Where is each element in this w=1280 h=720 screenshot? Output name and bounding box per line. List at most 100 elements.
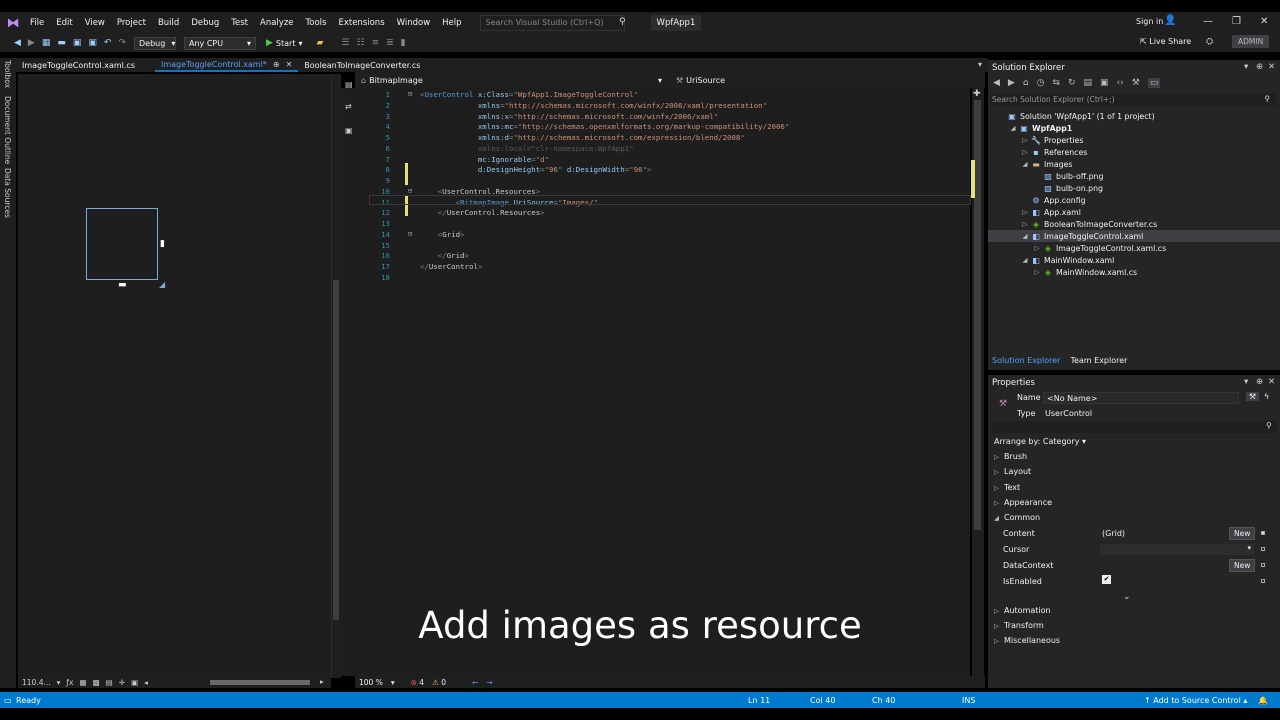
advanced-options-icon[interactable] <box>1261 563 1265 567</box>
close-tab-icon[interactable]: ✕ <box>286 60 293 69</box>
new-content-button[interactable]: New <box>1229 527 1256 540</box>
solution-explorer-search-input[interactable]: Search Solution Explorer (Ctrl+;) ⚲ <box>990 93 1276 106</box>
zoom-dropdown[interactable]: 110.4... <box>22 678 51 687</box>
expand-arrow-icon[interactable]: ▷ <box>1020 208 1030 216</box>
menu-window[interactable]: Window <box>391 18 437 28</box>
platform-dropdown[interactable]: Any CPU ▾ <box>184 36 256 50</box>
expand-arrow-icon[interactable]: ▷ <box>1032 268 1042 276</box>
user-icon[interactable]: 👤 <box>1164 15 1176 26</box>
menu-analyze[interactable]: Analyze <box>254 18 300 28</box>
close-icon[interactable]: ✕ <box>1268 62 1275 72</box>
tree-item[interactable]: ▧ bulb-off.png <box>988 170 1280 182</box>
menu-edit[interactable]: Edit <box>50 18 78 28</box>
add-to-source-control-button[interactable]: ↑ Add to Source Control ▴ <box>1144 696 1247 705</box>
close-icon[interactable]: ✕ <box>1268 377 1275 387</box>
format-icon[interactable]: ☷ <box>356 38 364 48</box>
navigate-forward-icon[interactable]: → <box>486 678 492 687</box>
new-project-icon[interactable]: ▦ <box>42 38 51 48</box>
show-all-files-icon[interactable]: ▣ <box>1100 78 1109 88</box>
sign-in-link[interactable]: Sign in <box>1136 17 1163 26</box>
code-line[interactable]: 16 </Grid> <box>368 251 968 262</box>
menu-debug[interactable]: Debug <box>185 18 225 28</box>
code-line[interactable]: 9 <box>368 176 968 187</box>
start-button[interactable]: ▶ Start ▾ <box>266 38 302 48</box>
configuration-dropdown[interactable]: Debug ▾ <box>134 36 176 50</box>
properties-search-input[interactable] <box>992 421 1277 433</box>
tree-item[interactable]: ◢ ▬ Images <box>988 158 1280 170</box>
forward-icon[interactable]: ▶ <box>28 38 35 48</box>
expand-arrow-icon[interactable]: ▷ <box>994 453 999 461</box>
tree-item[interactable]: ▷ 🔧 Properties <box>988 134 1280 146</box>
designer-scrollbar[interactable] <box>333 280 339 620</box>
split-editor-icon[interactable]: ✚ <box>973 89 981 99</box>
doc-tab-imagetogglecontrol-xaml[interactable]: ImageToggleControl.xaml* ⊕ ✕ <box>155 58 299 72</box>
undo-icon[interactable]: ↶ <box>104 38 112 48</box>
member-navigation-dropdown[interactable]: ⚒ UriSource <box>670 76 725 85</box>
toolbox-icon[interactable]: ▰ <box>316 38 323 48</box>
expand-arrow-icon[interactable]: ▷ <box>1020 148 1030 156</box>
grid-icon[interactable]: ▦ <box>79 678 86 687</box>
home-icon[interactable]: ⌂ <box>1023 78 1029 88</box>
tab-team-explorer[interactable]: Team Explorer <box>1070 356 1127 368</box>
menu-extensions[interactable]: Extensions <box>332 18 390 28</box>
effects-icon[interactable]: ▣ <box>131 678 138 687</box>
pin-icon[interactable]: ⊕ <box>273 60 280 69</box>
expand-arrow-icon[interactable]: ◢ <box>1020 160 1030 168</box>
menu-project[interactable]: Project <box>111 18 152 28</box>
category-brush[interactable]: ▷ Brush <box>994 452 1027 461</box>
warning-count[interactable]: ⚠ 0 <box>432 678 446 687</box>
close-icon[interactable]: ✕ <box>1260 16 1268 27</box>
isenabled-checkbox[interactable]: ✔ <box>1102 575 1111 584</box>
prop-content-value[interactable]: (Grid) <box>1102 529 1125 538</box>
code-line[interactable]: 4 xmlns:mc="http://schemas.openxmlformat… <box>368 122 968 133</box>
designer-hscroll-thumb[interactable] <box>210 680 310 685</box>
feedback-icon[interactable]: ⛭ <box>1206 37 1213 47</box>
code-line[interactable]: 18 <box>368 273 968 284</box>
artboard-icon[interactable]: ▩ <box>93 678 100 687</box>
element-navigation-dropdown[interactable]: ⌂ BitmapImage ▾ <box>355 76 670 85</box>
expand-arrow-icon[interactable]: ▷ <box>994 468 999 476</box>
advanced-options-icon[interactable] <box>1261 531 1265 535</box>
resize-handle-bottom-icon[interactable]: ▬ <box>118 280 127 290</box>
tree-item[interactable]: ▷ ◧ App.xaml <box>988 206 1280 218</box>
collapse-region-icon[interactable]: ⊟ <box>408 187 412 195</box>
category-common[interactable]: ◢ Common <box>994 513 1040 522</box>
expand-arrow-icon[interactable]: ▷ <box>1020 136 1030 144</box>
expand-arrow-icon[interactable]: ◢ <box>1008 124 1018 132</box>
menu-file[interactable]: File <box>24 18 50 28</box>
expand-arrow-icon[interactable]: ◢ <box>1020 256 1030 264</box>
tab-list-dropdown-icon[interactable]: ▾ <box>978 60 982 69</box>
code-line[interactable]: 1 ⊟ <UserControl x:Class="WpfApp1.ImageTog… <box>368 90 968 101</box>
minimize-icon[interactable]: — <box>1203 16 1213 27</box>
navigate-back-icon[interactable]: ← <box>472 678 478 687</box>
maximize-icon[interactable]: ❐ <box>1232 16 1241 27</box>
xaml-designer-surface[interactable] <box>18 74 331 678</box>
data-sources-tab[interactable]: Data Sources <box>3 168 12 218</box>
code-line[interactable]: 17 </UserControl> <box>368 262 968 273</box>
chevron-down-icon[interactable]: ▾ <box>391 678 395 687</box>
menu-view[interactable]: View <box>79 18 111 28</box>
save-icon[interactable]: ▣ <box>73 38 82 48</box>
expand-arrow-icon[interactable]: ▷ <box>1032 244 1042 252</box>
menu-tools[interactable]: Tools <box>300 18 333 28</box>
collapse-all-icon[interactable]: ▤ <box>1084 78 1093 88</box>
forward-icon[interactable]: ▶ <box>1008 78 1015 88</box>
snap-icon[interactable]: ▤ <box>106 678 113 687</box>
search-input[interactable]: Search Visual Studio (Ctrl+Q) ⚲ <box>479 15 626 31</box>
tree-item[interactable]: ◢ ◧ ImageToggleControl.xaml <box>988 230 1280 242</box>
code-line[interactable]: 14 ⊟ <Grid> <box>368 230 968 241</box>
expand-more-icon[interactable]: ⌄ <box>1123 592 1131 602</box>
doc-tab-imagetogglecontrol-cs[interactable]: ImageToggleControl.xaml.cs <box>16 58 141 72</box>
fx-icon[interactable]: ƒx <box>66 678 73 687</box>
code-line[interactable]: 2 xmlns="http://schemas.microsoft.com/wi… <box>368 101 968 112</box>
markup-icon[interactable]: ▤ <box>345 80 353 89</box>
view-code-icon[interactable]: ‹› <box>1117 78 1124 88</box>
arrange-by-dropdown[interactable]: Arrange by: Category ▾ <box>994 437 1086 446</box>
tree-item[interactable]: ▷ ◈ MainWindow.xaml.cs <box>988 266 1280 278</box>
resize-handle-corner-icon[interactable]: ◢ <box>159 280 165 289</box>
search-icon[interactable]: ⚲ <box>619 17 626 27</box>
expand-arrow-icon[interactable]: ◢ <box>1020 232 1030 240</box>
expand-arrow-icon[interactable]: ▷ <box>994 499 999 507</box>
preview-selected-icon[interactable]: ▭ <box>1147 78 1161 88</box>
search-icon[interactable]: ⚲ <box>1266 421 1272 430</box>
